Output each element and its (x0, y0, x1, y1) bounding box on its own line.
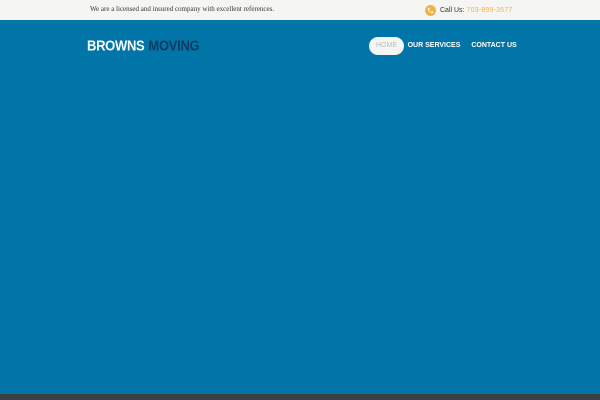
footer-strip (0, 394, 600, 400)
call-us-label: Call Us: (440, 6, 465, 14)
nav-home[interactable]: HOME (369, 37, 404, 55)
logo-text-browns: BROWNS (87, 36, 145, 54)
nav-our-services[interactable]: OUR SERVICES (407, 37, 461, 55)
phone-icon (425, 4, 436, 16)
logo-text-moving: MOVING (148, 36, 200, 54)
top-bar: We are a licensed and insured company wi… (0, 0, 600, 20)
site-logo[interactable]: BROWNS MOVING (87, 36, 200, 54)
nav-contact-us[interactable]: CONTACT US (469, 37, 519, 55)
call-us[interactable]: Call Us: 703-899-3577 (425, 4, 513, 16)
tagline: We are a licensed and insured company wi… (90, 5, 275, 13)
phone-number-link[interactable]: 703-899-3577 (467, 7, 513, 14)
